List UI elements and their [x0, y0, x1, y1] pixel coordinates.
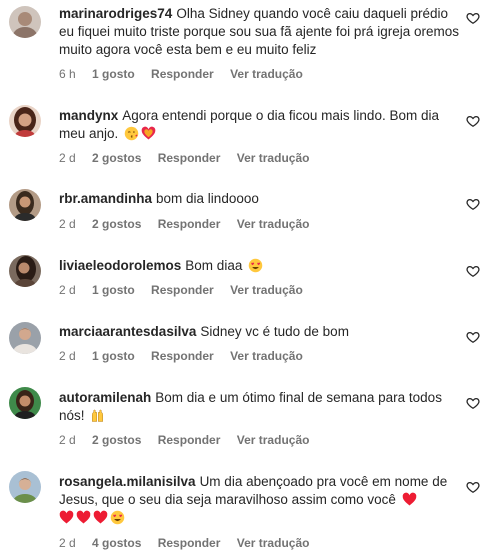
likes-count[interactable]: 4 gostos — [92, 536, 141, 550]
comment-meta: 2 d 1 gosto Responder Ver tradução — [59, 283, 316, 297]
translate-button[interactable]: Ver tradução — [237, 433, 310, 447]
comment-text: bom dia lindoooo — [156, 191, 259, 206]
raised-hands-emoji-icon — [92, 409, 104, 422]
comment-body: marinarodriges74 Olha Sidney quando você … — [59, 5, 459, 59]
comment-meta: 2 d 2 gostos Responder Ver tradução — [59, 433, 322, 447]
like-heart-icon[interactable] — [466, 264, 480, 278]
comment-time: 2 d — [59, 349, 76, 363]
comment-body: mandynx Agora entendi porque o dia ficou … — [59, 107, 459, 143]
reply-button[interactable]: Responder — [158, 151, 221, 165]
heart-emoji-icon — [93, 510, 108, 524]
reply-button[interactable]: Responder — [158, 217, 221, 231]
comment-time: 2 d — [59, 433, 76, 447]
comment-meta: 2 d 2 gostos Responder Ver tradução — [59, 217, 322, 231]
avatar[interactable] — [9, 6, 41, 38]
comment-body: rosangela.milanisilva Um dia abençoado pr… — [59, 473, 459, 527]
like-heart-icon[interactable] — [466, 197, 480, 211]
comment-meta: 2 d 2 gostos Responder Ver tradução — [59, 151, 322, 165]
comment-username[interactable]: mandynx — [59, 108, 118, 123]
comment-username[interactable]: autoramilenah — [59, 390, 151, 405]
likes-count[interactable]: 2 gostos — [92, 433, 141, 447]
heart-emoji-icon — [141, 126, 156, 140]
comment-time: 2 d — [59, 217, 76, 231]
avatar[interactable] — [9, 105, 41, 137]
like-heart-icon[interactable] — [466, 114, 480, 128]
likes-count[interactable]: 1 gosto — [92, 67, 135, 81]
comment-time: 2 d — [59, 536, 76, 550]
avatar[interactable] — [9, 471, 41, 503]
heart-eyes-emoji-icon — [110, 510, 125, 525]
comment-time: 2 d — [59, 151, 76, 165]
likes-count[interactable]: 2 gostos — [92, 151, 141, 165]
reply-button[interactable]: Responder — [151, 349, 214, 363]
avatar[interactable] — [9, 387, 41, 419]
kiss-emoji-icon — [124, 126, 139, 141]
comment-body: liviaeleodorolemos Bom diaa — [59, 257, 459, 275]
comment-meta: 2 d 4 gostos Responder Ver tradução — [59, 536, 322, 550]
translate-button[interactable]: Ver tradução — [230, 349, 303, 363]
translate-button[interactable]: Ver tradução — [230, 67, 303, 81]
heart-emoji-icon — [76, 510, 91, 524]
like-heart-icon[interactable] — [466, 396, 480, 410]
translate-button[interactable]: Ver tradução — [237, 151, 310, 165]
comment-body: autoramilenah Bom dia e um ótimo final de… — [59, 389, 459, 425]
heart-emoji-icon — [402, 492, 417, 506]
reply-button[interactable]: Responder — [151, 67, 214, 81]
comment-time: 2 d — [59, 283, 76, 297]
comment-username[interactable]: rosangela.milanisilva — [59, 474, 196, 489]
reply-button[interactable]: Responder — [158, 536, 221, 550]
avatar[interactable] — [9, 189, 41, 221]
likes-count[interactable]: 1 gosto — [92, 283, 135, 297]
translate-button[interactable]: Ver tradução — [237, 217, 310, 231]
translate-button[interactable]: Ver tradução — [237, 536, 310, 550]
like-heart-icon[interactable] — [466, 480, 480, 494]
likes-count[interactable]: 1 gosto — [92, 349, 135, 363]
translate-button[interactable]: Ver tradução — [230, 283, 303, 297]
avatar[interactable] — [9, 255, 41, 287]
comment-body: rbr.amandinha bom dia lindoooo — [59, 190, 459, 208]
avatar[interactable] — [9, 322, 41, 354]
heart-emoji-icon — [59, 510, 74, 524]
comment-username[interactable]: marciaarantesdasilva — [59, 324, 196, 339]
comment-text: Bom diaa — [185, 258, 243, 273]
comment-meta: 2 d 1 gosto Responder Ver tradução — [59, 349, 316, 363]
comment-text: Sidney vc é tudo de bom — [200, 324, 349, 339]
comment-body: marciaarantesdasilva Sidney vc é tudo de … — [59, 323, 459, 341]
comment-meta: 6 h 1 gosto Responder Ver tradução — [59, 67, 316, 81]
like-heart-icon[interactable] — [466, 330, 480, 344]
reply-button[interactable]: Responder — [158, 433, 221, 447]
comment-username[interactable]: marinarodriges74 — [59, 6, 172, 21]
comment-username[interactable]: rbr.amandinha — [59, 191, 152, 206]
comment-time: 6 h — [59, 67, 76, 81]
like-heart-icon[interactable] — [466, 11, 480, 25]
likes-count[interactable]: 2 gostos — [92, 217, 141, 231]
reply-button[interactable]: Responder — [151, 283, 214, 297]
heart-eyes-emoji-icon — [248, 258, 263, 273]
comment-username[interactable]: liviaeleodorolemos — [59, 258, 181, 273]
